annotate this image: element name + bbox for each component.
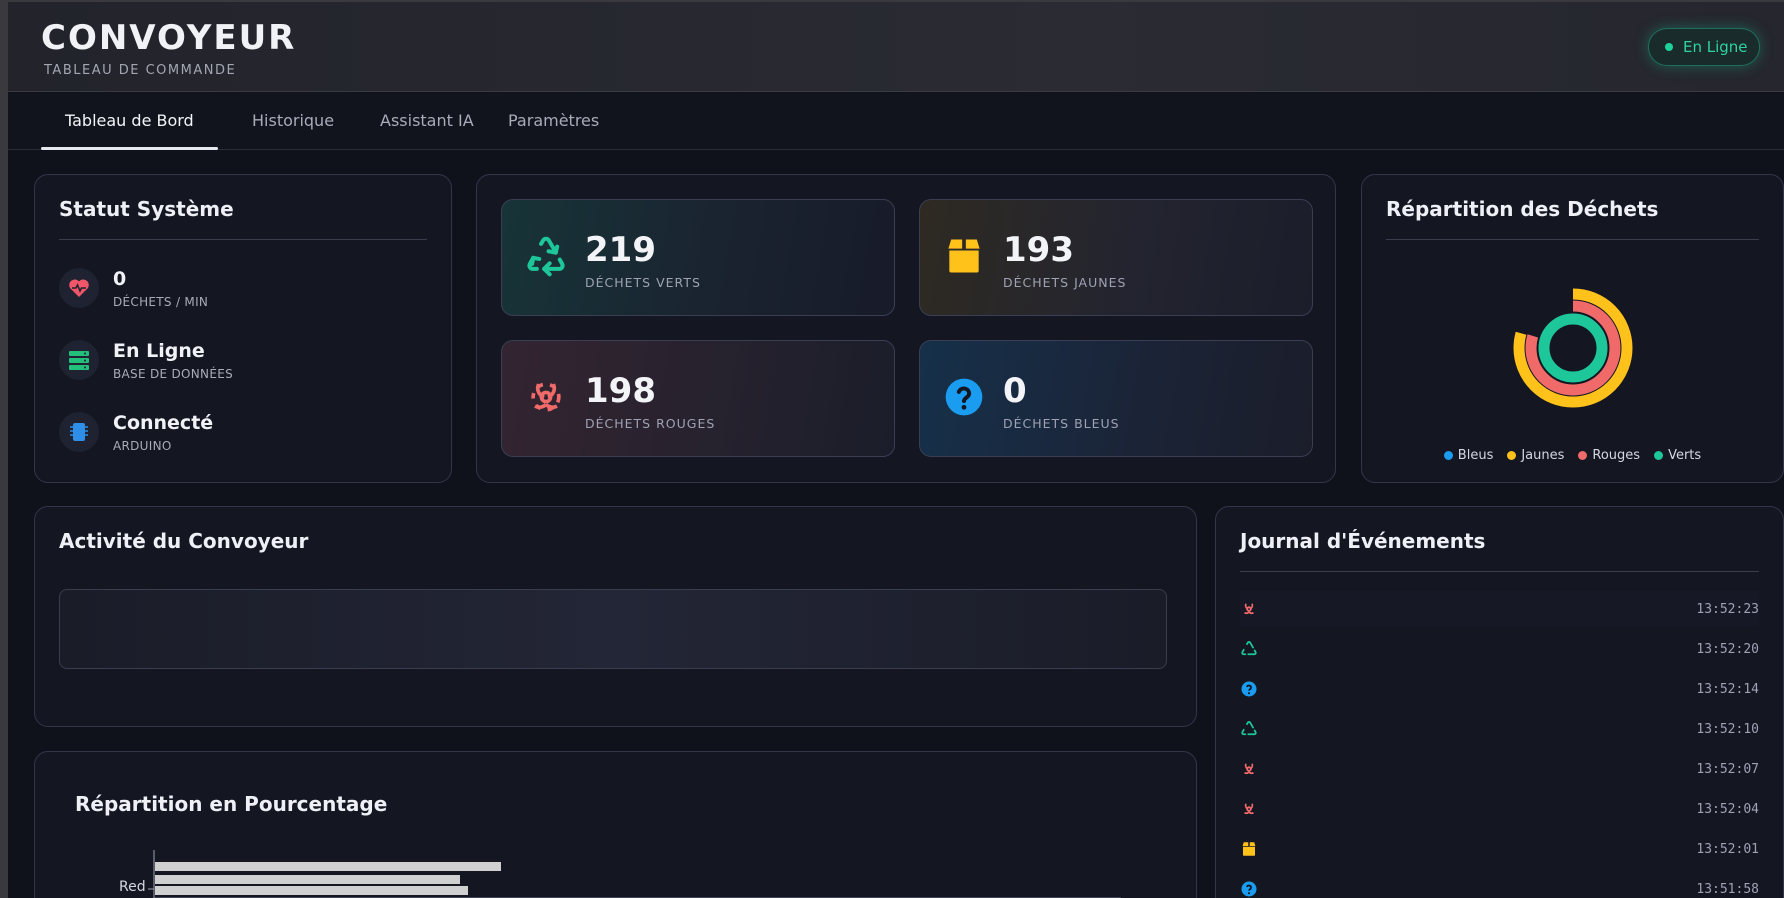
distribution-chart	[1513, 288, 1633, 408]
red-count: 198	[585, 371, 656, 411]
status-label: DÉCHETS / MIN	[113, 295, 209, 309]
conveyor-track	[59, 589, 1167, 669]
status-label: ARDUINO	[113, 439, 172, 453]
status-text: En Ligne	[1683, 38, 1748, 56]
event-row: 13:52:07	[1240, 751, 1759, 787]
legend-item-rouges[interactable]: Rouges	[1578, 448, 1640, 463]
legend-label: Bleus	[1457, 448, 1494, 463]
card-title: Journal d'Événements	[1240, 529, 1486, 553]
legend-item-jaunes[interactable]: Jaunes	[1507, 448, 1564, 463]
event-time: 13:52:23	[1696, 601, 1759, 617]
biohazard-icon	[524, 375, 568, 419]
recycle-icon	[1240, 720, 1258, 738]
legend-label: Rouges	[1592, 448, 1641, 463]
conveyor-activity-card: Activité du Convoyeur	[34, 506, 1197, 727]
legend-item-bleus[interactable]: Bleus	[1443, 448, 1494, 463]
tile-yellow: 193 DÉCHETS JAUNES	[919, 199, 1313, 316]
system-status-card: Statut Système 0 DÉCHETS / MIN En Ligne …	[34, 174, 452, 483]
legend-label: Verts	[1668, 448, 1702, 463]
question-icon	[1240, 880, 1258, 898]
biohazard-icon	[1240, 760, 1258, 778]
status-row-arduino: Connecté ARDUINO	[59, 411, 213, 453]
bar	[155, 875, 460, 884]
event-row: 13:52:10	[1240, 711, 1759, 747]
heart-pulse-icon	[59, 268, 99, 308]
chip-icon	[59, 412, 99, 452]
blue-label: DÉCHETS BLEUS	[1003, 416, 1120, 431]
tab-history[interactable]: Historique	[228, 93, 358, 150]
brand-subtitle: TABLEAU DE COMMANDE	[44, 63, 237, 78]
yellow-count: 193	[1003, 230, 1074, 270]
database-icon	[59, 340, 99, 380]
status-label: BASE DE DONNÉES	[113, 367, 234, 381]
event-row: 13:52:20	[1240, 631, 1759, 667]
legend-item-verts[interactable]: Verts	[1654, 448, 1701, 463]
event-row: 13:52:14	[1240, 671, 1759, 707]
chart-legend: Bleus Jaunes Rouges Verts	[1362, 448, 1783, 463]
tile-blue: 0 DÉCHETS BLEUS	[919, 340, 1313, 457]
legend-swatch	[1443, 451, 1453, 460]
app-window: CONVOYEUR TABLEAU DE COMMANDE En Ligne T…	[8, 2, 1784, 898]
legend-swatch	[1507, 451, 1517, 460]
tab-ai-assistant[interactable]: Assistant IA	[356, 93, 498, 150]
tile-green: 219 DÉCHETS VERTS	[501, 199, 895, 316]
donut-slice-verts[interactable]	[1538, 313, 1608, 383]
card-title: Statut Système	[59, 197, 234, 221]
recycle-icon	[1240, 640, 1258, 658]
header: CONVOYEUR TABLEAU DE COMMANDE En Ligne	[8, 2, 1784, 92]
event-row: 13:52:04	[1240, 791, 1759, 827]
green-count: 219	[585, 230, 656, 270]
recycle-icon	[524, 234, 568, 278]
box-icon	[1240, 840, 1258, 858]
brand-title: CONVOYEUR	[41, 18, 297, 58]
legend-label: Jaunes	[1521, 448, 1565, 463]
box-icon	[942, 234, 986, 278]
status-row-rate: 0 DÉCHETS / MIN	[59, 267, 208, 309]
status-dot-icon	[1665, 43, 1673, 51]
event-time: 13:52:04	[1696, 801, 1759, 817]
status-value: 0	[113, 268, 127, 290]
event-time: 13:52:07	[1696, 761, 1759, 777]
status-row-database: En Ligne BASE DE DONNÉES	[59, 339, 233, 381]
event-row: 13:52:23	[1240, 591, 1759, 627]
event-time: 13:52:20	[1696, 641, 1759, 657]
waste-counts-card: 219 DÉCHETS VERTS 193 DÉCHETS JAUNES 198…	[476, 174, 1336, 483]
red-label: DÉCHETS ROUGES	[585, 416, 716, 431]
divider	[1240, 571, 1759, 572]
question-icon	[942, 375, 986, 419]
percentage-bar-chart	[148, 850, 1121, 898]
waste-distribution-card: Répartition des Déchets Bleus Jaunes Rou…	[1361, 174, 1784, 483]
yellow-label: DÉCHETS JAUNES	[1003, 275, 1127, 290]
legend-swatch	[1654, 451, 1664, 460]
event-time: 13:51:58	[1696, 881, 1759, 897]
event-log-card: Journal d'Événements 13:52:23 13:52:20 13:…	[1215, 506, 1784, 898]
tab-bar: Tableau de Bord Historique Assistant IA …	[8, 93, 1784, 150]
legend-swatch	[1578, 451, 1588, 460]
event-time: 13:52:14	[1696, 681, 1759, 697]
event-row: 13:52:01	[1240, 831, 1759, 867]
bar	[155, 862, 501, 871]
event-time: 13:52:10	[1696, 721, 1759, 737]
green-label: DÉCHETS VERTS	[585, 275, 701, 290]
divider	[59, 239, 427, 240]
percentage-card: Répartition en Pourcentage Red	[34, 751, 1197, 898]
tile-red: 198 DÉCHETS ROUGES	[501, 340, 895, 457]
status-value: Connecté	[113, 412, 214, 434]
blue-count: 0	[1003, 371, 1027, 411]
tab-dashboard[interactable]: Tableau de Bord	[41, 93, 218, 150]
connection-status-badge: En Ligne	[1648, 28, 1760, 66]
card-title: Activité du Convoyeur	[59, 529, 309, 553]
tab-settings[interactable]: Paramètres	[484, 93, 623, 150]
biohazard-icon	[1240, 800, 1258, 818]
bar	[155, 886, 468, 895]
biohazard-icon	[1240, 600, 1258, 618]
status-value: En Ligne	[113, 340, 205, 362]
event-row: 13:51:58	[1240, 871, 1759, 898]
event-time: 13:52:01	[1696, 841, 1759, 857]
bar-category-label: Red	[119, 879, 146, 895]
question-icon	[1240, 680, 1258, 698]
